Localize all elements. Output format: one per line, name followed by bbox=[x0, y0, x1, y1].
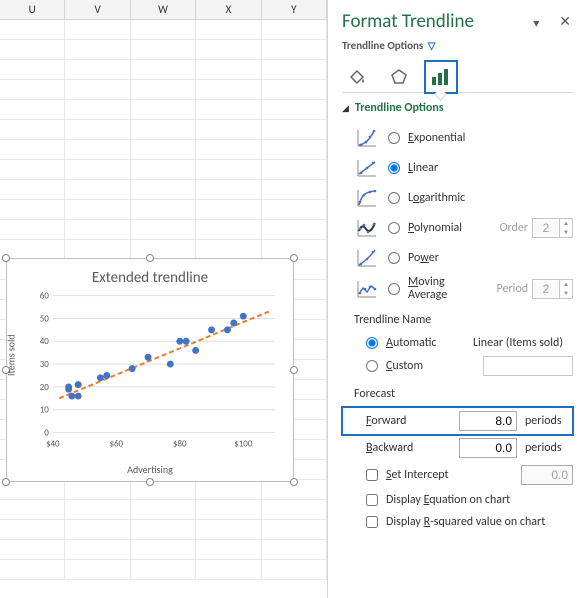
pane-title: Format Trendline bbox=[342, 10, 474, 33]
column-headers: U V W X Y bbox=[0, 0, 327, 20]
svg-text:20: 20 bbox=[40, 382, 50, 393]
periods-unit: periods bbox=[525, 441, 573, 455]
spin-down-icon: ▼ bbox=[560, 289, 572, 298]
set-intercept-row[interactable]: Set Intercept bbox=[342, 461, 573, 489]
resize-handle[interactable] bbox=[290, 366, 298, 374]
pentagon-icon bbox=[389, 67, 409, 87]
periods-unit: periods bbox=[525, 414, 573, 428]
y-axis-label[interactable]: Items sold bbox=[5, 334, 18, 376]
radio-logarithmic[interactable] bbox=[388, 192, 400, 204]
pane-tabs bbox=[342, 62, 573, 93]
name-custom-row[interactable]: Custom bbox=[342, 353, 573, 379]
polynomial-icon bbox=[354, 216, 380, 240]
caret-icon: ◢ bbox=[342, 103, 349, 114]
col-header[interactable]: V bbox=[65, 0, 130, 19]
radio-power[interactable] bbox=[388, 252, 400, 264]
col-header[interactable]: Y bbox=[262, 0, 327, 19]
period-label: Period bbox=[497, 282, 529, 296]
radio-exponential[interactable] bbox=[388, 132, 400, 144]
svg-text:60: 60 bbox=[40, 291, 50, 302]
opt-power[interactable]: Power bbox=[342, 243, 573, 273]
backward-input[interactable] bbox=[459, 438, 517, 458]
svg-text:10: 10 bbox=[40, 405, 50, 416]
opt-polynomial[interactable]: Polynomial Order ▲▼ bbox=[342, 213, 573, 243]
svg-text:0: 0 bbox=[44, 428, 49, 439]
radio-automatic[interactable] bbox=[366, 337, 378, 349]
col-header[interactable]: X bbox=[196, 0, 261, 19]
col-header[interactable]: W bbox=[131, 0, 196, 19]
resize-handle[interactable] bbox=[146, 254, 154, 262]
custom-name-input[interactable] bbox=[483, 356, 573, 376]
resize-handle[interactable] bbox=[146, 478, 154, 486]
checkbox-display-equation[interactable] bbox=[366, 494, 378, 506]
format-trendline-pane: Format Trendline ▾ ✕ Trendline Options ▽… bbox=[327, 0, 585, 598]
paint-bucket-icon bbox=[347, 67, 367, 87]
chart-svg: 0 10 20 30 40 50 60 $40 $60 $80 $100 bbox=[25, 291, 283, 461]
worksheet-area: U V W X Y bbox=[0, 0, 327, 598]
resize-handle[interactable] bbox=[290, 478, 298, 486]
name-automatic-row[interactable]: Automatic Linear (Items sold) bbox=[342, 333, 573, 353]
col-header[interactable]: U bbox=[0, 0, 65, 19]
resize-handle[interactable] bbox=[2, 254, 10, 262]
chart-plot-area[interactable]: Items sold 0102030405060$40$60$80$100 bbox=[25, 291, 283, 461]
forecast-head: Forecast bbox=[354, 387, 573, 401]
forward-input[interactable] bbox=[459, 411, 517, 431]
auto-name-value: Linear (Items sold) bbox=[473, 336, 573, 350]
period-input bbox=[533, 282, 559, 296]
svg-text:40: 40 bbox=[40, 336, 50, 347]
set-intercept-input bbox=[521, 465, 573, 485]
trendline-options-drop[interactable]: Trendline Options ▽ bbox=[342, 39, 573, 52]
spin-down-icon: ▼ bbox=[560, 228, 572, 237]
svg-text:$60: $60 bbox=[110, 438, 124, 449]
opt-exponential[interactable]: Exponential bbox=[342, 123, 573, 153]
opt-linear[interactable]: Linear bbox=[342, 153, 573, 183]
spin-up-icon: ▲ bbox=[560, 219, 572, 228]
svg-text:$100: $100 bbox=[234, 438, 253, 449]
pane-dropdown-icon[interactable]: ▾ bbox=[533, 16, 545, 28]
resize-handle[interactable] bbox=[290, 254, 298, 262]
bar-chart-icon bbox=[430, 67, 452, 87]
period-spinner: ▲▼ bbox=[532, 279, 573, 299]
order-spinner: ▲▼ bbox=[532, 218, 573, 238]
opt-moving-average[interactable]: MovingAverage Period ▲▼ bbox=[342, 273, 573, 305]
trendline-name-head: Trendline Name bbox=[354, 313, 573, 327]
checkbox-set-intercept[interactable] bbox=[366, 469, 378, 481]
tab-effects[interactable] bbox=[384, 62, 414, 92]
svg-text:$80: $80 bbox=[173, 438, 187, 449]
opt-logarithmic[interactable]: Logarithmic bbox=[342, 183, 573, 213]
radio-moving-average[interactable] bbox=[388, 283, 400, 295]
tab-trendline-options[interactable] bbox=[426, 62, 456, 92]
exponential-icon bbox=[354, 126, 380, 150]
linear-icon bbox=[354, 156, 380, 180]
svg-text:30: 30 bbox=[40, 359, 50, 370]
x-axis-label[interactable]: Advertising bbox=[7, 461, 293, 476]
section-trendline-options[interactable]: ◢ Trendline Options bbox=[342, 101, 573, 115]
svg-text:50: 50 bbox=[40, 313, 50, 324]
resize-handle[interactable] bbox=[2, 478, 10, 486]
backward-row: Backward periods bbox=[342, 435, 573, 461]
close-icon[interactable]: ✕ bbox=[557, 13, 573, 30]
logarithmic-icon bbox=[354, 186, 380, 210]
spin-up-icon: ▲ bbox=[560, 280, 572, 289]
embedded-chart[interactable]: Extended trendline Items sold 0 10 20 30 40 5… bbox=[6, 258, 294, 482]
display-r2-row[interactable]: Display R-squared value on chart bbox=[342, 511, 573, 533]
moving-average-icon bbox=[354, 277, 380, 301]
order-label: Order bbox=[500, 221, 528, 235]
radio-linear[interactable] bbox=[388, 162, 400, 174]
checkbox-display-r2[interactable] bbox=[366, 516, 378, 528]
chart-title[interactable]: Extended trendline bbox=[7, 259, 293, 291]
power-icon bbox=[354, 246, 380, 270]
order-input bbox=[533, 221, 559, 235]
radio-custom[interactable] bbox=[366, 360, 378, 372]
tab-fill-line[interactable] bbox=[342, 62, 372, 92]
display-equation-row[interactable]: Display Equation on chart bbox=[342, 489, 573, 511]
forward-row: Forward periods bbox=[342, 407, 573, 435]
svg-text:$40: $40 bbox=[46, 438, 60, 449]
radio-polynomial[interactable] bbox=[388, 222, 400, 234]
